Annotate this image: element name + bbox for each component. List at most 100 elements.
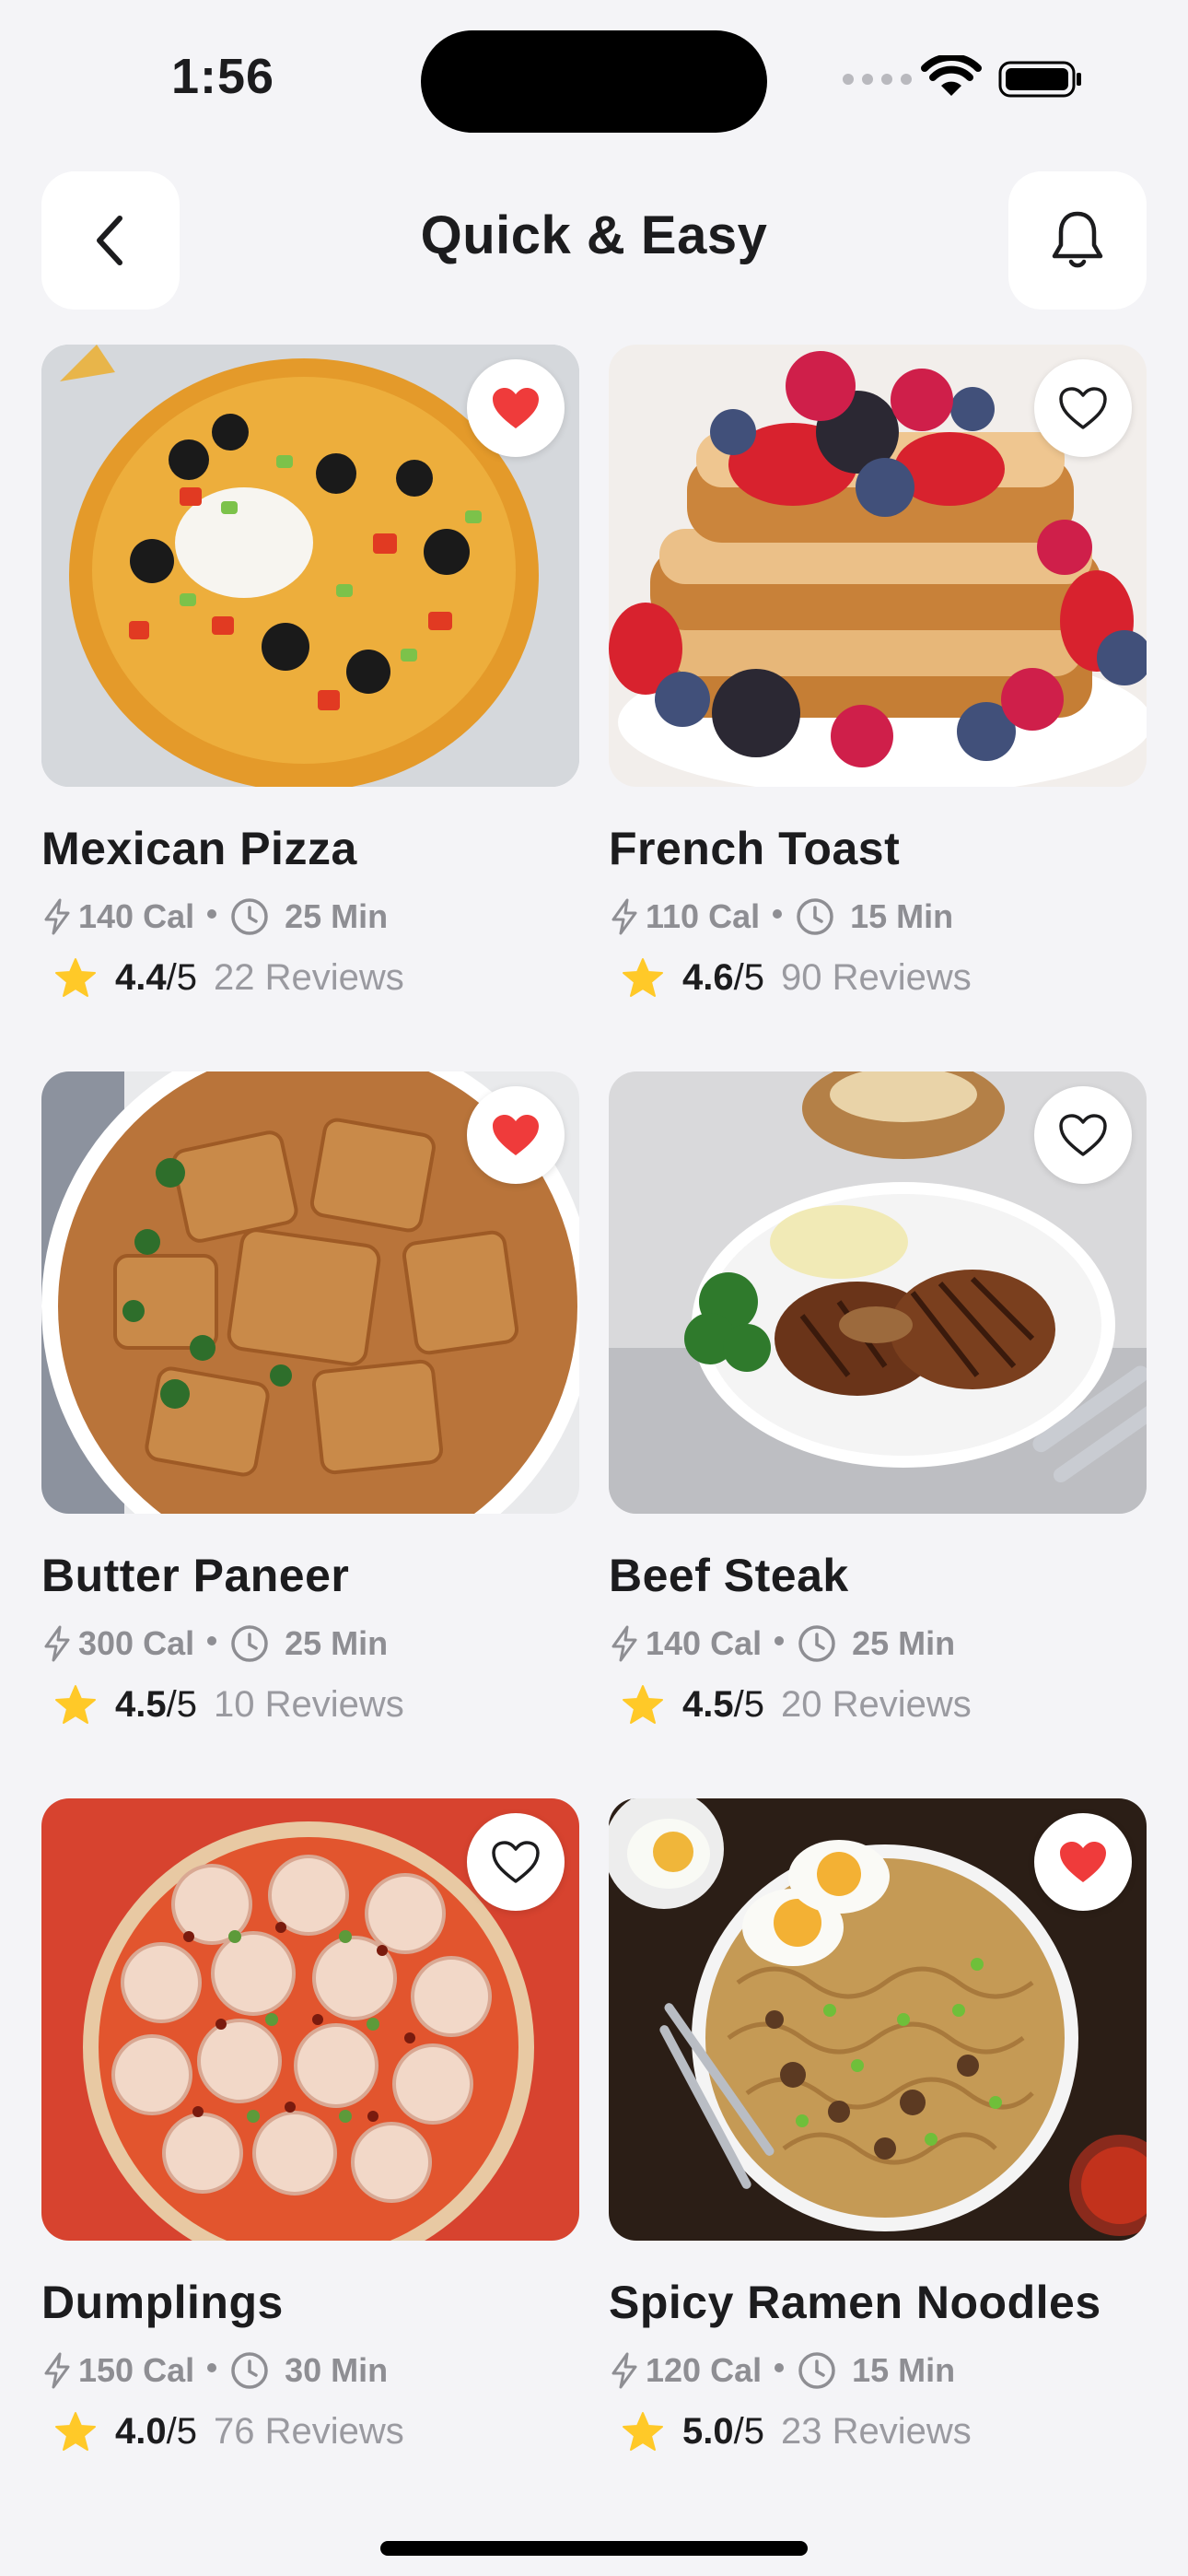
- calories: 150 Cal: [78, 2351, 195, 2389]
- recipe-name: Mexican Pizza: [41, 823, 357, 874]
- recipe-card[interactable]: French Toast 110 Cal 15 Min 4.6/5 90 Rev…: [609, 345, 1147, 1002]
- favorite-button[interactable]: [467, 359, 565, 457]
- star-icon: [623, 1685, 663, 1724]
- clock-icon: [798, 2352, 835, 2389]
- battery-icon: [998, 61, 1081, 98]
- star-icon: [55, 958, 96, 997]
- home-indicator[interactable]: [380, 2541, 808, 2556]
- cook-time: 25 Min: [285, 897, 389, 935]
- recipe-rating: 4.5/5 10 Reviews: [41, 1680, 579, 1729]
- clock-icon: [797, 898, 833, 935]
- recipe-photo-spicy-ramen[interactable]: [609, 1798, 1147, 2241]
- recipe-rating: 4.4/5 22 Reviews: [41, 953, 579, 1002]
- recipe-rating: 4.6/5 90 Reviews: [609, 953, 1147, 1002]
- lightning-icon: [44, 898, 70, 935]
- lightning-icon: [44, 1625, 70, 1662]
- star-icon: [55, 2412, 96, 2451]
- rating-scale: /5: [733, 1683, 764, 1725]
- recipe-meta: 300 Cal 25 Min: [41, 1622, 579, 1665]
- recipe-meta: 140 Cal 25 Min: [41, 896, 579, 938]
- favorite-button[interactable]: [467, 1813, 565, 1911]
- star-icon: [623, 958, 663, 997]
- recipe-meta: 120 Cal 15 Min: [609, 2349, 1147, 2392]
- recipe-card[interactable]: Dumplings 150 Cal 30 Min 4.0/5 76 Review…: [41, 1798, 579, 2456]
- recipe-meta: 140 Cal 25 Min: [609, 1622, 1147, 1665]
- lightning-icon: [611, 898, 637, 935]
- rating-scale: /5: [166, 956, 197, 998]
- rating-scale: /5: [733, 956, 764, 998]
- favorite-button[interactable]: [467, 1086, 565, 1184]
- lightning-icon: [611, 2352, 637, 2389]
- rating-score: 4.5: [682, 1683, 734, 1725]
- favorite-button[interactable]: [1034, 1086, 1132, 1184]
- clock-icon: [231, 2352, 268, 2389]
- review-count: 90 Reviews: [780, 956, 972, 998]
- review-count: 10 Reviews: [213, 1683, 404, 1725]
- review-count: 23 Reviews: [780, 2410, 972, 2452]
- rating-scale: /5: [166, 1683, 197, 1725]
- heart-outline-icon: [1059, 387, 1107, 429]
- status-time: 1:56: [171, 49, 275, 104]
- star-icon: [623, 2412, 663, 2451]
- review-count: 76 Reviews: [213, 2410, 404, 2452]
- calories: 300 Cal: [78, 1624, 195, 1662]
- rating-scale: /5: [166, 2410, 197, 2452]
- heart-filled-icon: [493, 1115, 539, 1155]
- star-icon: [55, 1685, 96, 1724]
- favorite-button[interactable]: [1034, 1813, 1132, 1911]
- rating-score: 4.4: [115, 956, 167, 998]
- recipe-name: French Toast: [609, 823, 901, 874]
- wifi-icon: [921, 55, 982, 96]
- cellular-signal-icon: [843, 74, 912, 85]
- recipe-photo-butter-paneer[interactable]: [41, 1071, 579, 1514]
- dynamic-island: [421, 30, 767, 133]
- clock-icon: [231, 898, 268, 935]
- heart-outline-icon: [492, 1841, 540, 1883]
- recipe-rating: 4.0/5 76 Reviews: [41, 2406, 579, 2456]
- cook-time: 30 Min: [285, 2351, 389, 2389]
- calories: 110 Cal: [646, 897, 761, 935]
- cook-time: 25 Min: [285, 1624, 389, 1662]
- rating-score: 5.0: [682, 2410, 734, 2452]
- calories: 140 Cal: [646, 1624, 763, 1662]
- lightning-icon: [611, 1625, 637, 1662]
- rating-score: 4.5: [115, 1683, 167, 1725]
- recipe-rating: 5.0/5 23 Reviews: [609, 2406, 1147, 2456]
- status-bar: 1:56: [0, 0, 1188, 157]
- recipe-name: Butter Paneer: [41, 1550, 350, 1601]
- calories: 140 Cal: [78, 897, 195, 935]
- recipe-rating: 4.5/5 20 Reviews: [609, 1680, 1147, 1729]
- notifications-button[interactable]: [1008, 171, 1147, 310]
- recipe-photo-dumplings[interactable]: [41, 1798, 579, 2241]
- recipe-card[interactable]: Butter Paneer 300 Cal 25 Min 4.5/5 10 Re…: [41, 1071, 579, 1729]
- clock-icon: [231, 1625, 268, 1662]
- calories: 120 Cal: [646, 2351, 763, 2389]
- rating-scale: /5: [733, 2410, 764, 2452]
- review-count: 22 Reviews: [213, 956, 404, 998]
- recipe-meta: 150 Cal 30 Min: [41, 2349, 579, 2392]
- recipe-photo-beef-steak[interactable]: [609, 1071, 1147, 1514]
- cook-time: 15 Min: [850, 897, 954, 935]
- rating-score: 4.0: [115, 2410, 167, 2452]
- cook-time: 25 Min: [852, 1624, 956, 1662]
- recipe-card[interactable]: Mexican Pizza 140 Cal 25 Min 4.4/5 22 Re…: [41, 345, 579, 1002]
- rating-score: 4.6: [682, 956, 734, 998]
- cook-time: 15 Min: [852, 2351, 956, 2389]
- review-count: 20 Reviews: [780, 1683, 972, 1725]
- recipe-name: Beef Steak: [609, 1550, 849, 1601]
- recipe-photo-mexican-pizza[interactable]: [41, 345, 579, 787]
- recipe-card[interactable]: Beef Steak 140 Cal 25 Min 4.5/5 20 Revie…: [609, 1071, 1147, 1729]
- bell-icon: [1052, 211, 1103, 268]
- recipe-meta: 110 Cal 15 Min: [609, 896, 1147, 938]
- heart-filled-icon: [1060, 1842, 1106, 1882]
- clock-icon: [798, 1625, 835, 1662]
- heart-outline-icon: [1059, 1114, 1107, 1156]
- recipe-name: Dumplings: [41, 2277, 284, 2328]
- heart-filled-icon: [493, 388, 539, 428]
- recipe-list-screen: 1:56 Quick & Easy Mexican Pizza 140 Cal …: [0, 0, 1188, 2576]
- lightning-icon: [44, 2352, 70, 2389]
- recipe-name: Spicy Ramen Noodles: [609, 2277, 1101, 2328]
- recipe-photo-french-toast[interactable]: [609, 345, 1147, 787]
- recipe-card[interactable]: Spicy Ramen Noodles 120 Cal 15 Min 5.0/5…: [609, 1798, 1147, 2456]
- favorite-button[interactable]: [1034, 359, 1132, 457]
